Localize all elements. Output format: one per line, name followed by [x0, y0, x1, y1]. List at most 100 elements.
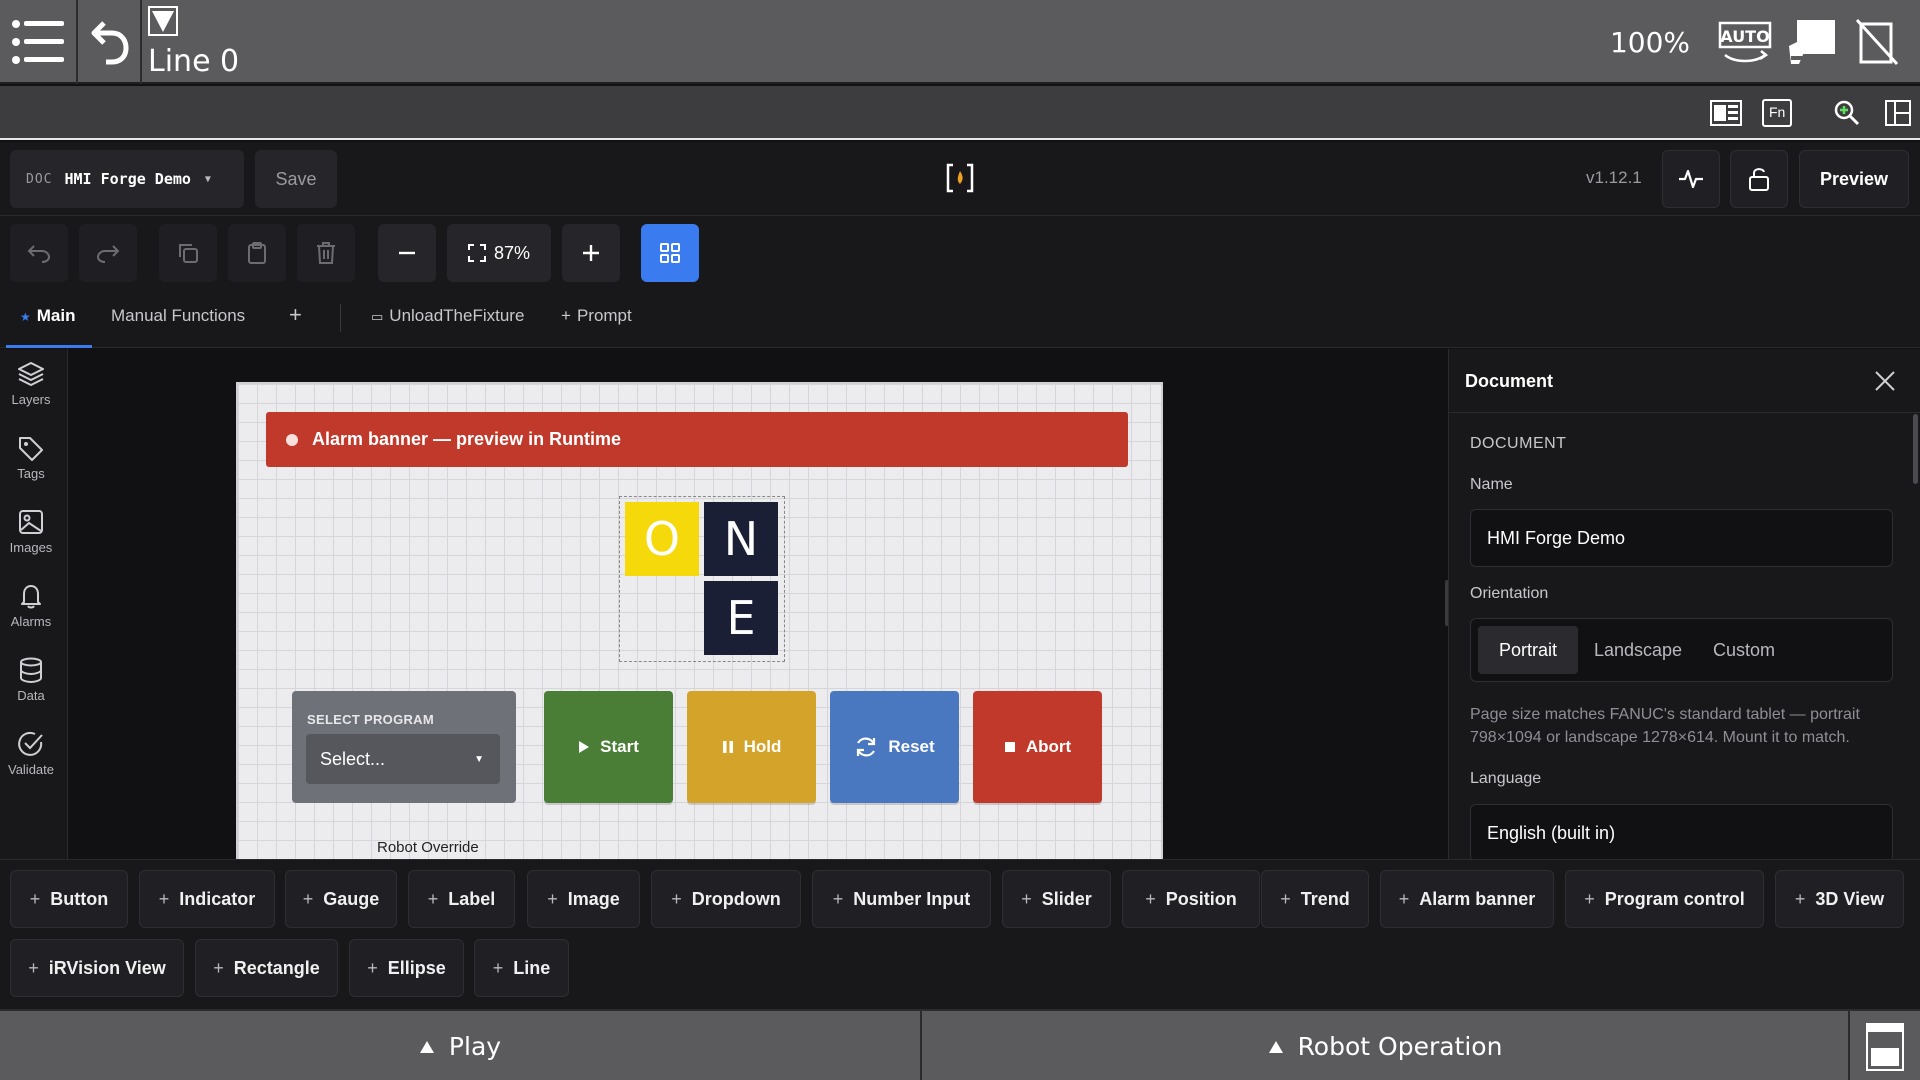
rail-data[interactable]: Data	[0, 657, 62, 727]
add-irvision-view-widget[interactable]: + iRVision View	[10, 939, 184, 997]
orientation-portrait[interactable]: Portrait	[1478, 626, 1578, 674]
undo-button[interactable]	[10, 224, 68, 282]
zoom-fit-button[interactable]: 87%	[447, 224, 551, 282]
logo-e-tile: E	[704, 581, 778, 655]
unlock-icon	[1749, 168, 1769, 191]
add-line-widget[interactable]: + Line	[474, 939, 569, 997]
design-canvas[interactable]: Alarm banner — preview in Runtime O N E …	[68, 349, 1448, 859]
tab-main[interactable]: ★ Main	[20, 306, 76, 326]
save-button[interactable]: Save	[255, 150, 337, 208]
screen-layout-button[interactable]	[1709, 98, 1743, 128]
add-image-widget[interactable]: + Image	[527, 870, 640, 928]
split-view-button[interactable]	[1884, 98, 1912, 128]
teach-pendant-button[interactable]	[1778, 12, 1844, 72]
auto-mode-icon: AUTO	[1718, 21, 1772, 63]
close-panel-button[interactable]	[1873, 369, 1897, 398]
logo-n-tile: N	[704, 502, 778, 576]
tab-manual-functions[interactable]: Manual Functions	[111, 306, 245, 326]
secondary-toolbar: Fn	[0, 86, 1920, 140]
split-view-icon	[1885, 100, 1911, 126]
add-dropdown-widget[interactable]: + Dropdown	[651, 870, 801, 928]
paste-button[interactable]	[228, 224, 286, 282]
redo-icon	[96, 245, 120, 263]
plus-icon: +	[832, 888, 844, 909]
rail-images[interactable]: Images	[0, 509, 62, 579]
add-indicator-widget[interactable]: + Indicator	[139, 870, 275, 928]
start-button[interactable]: Start	[544, 691, 673, 803]
plus-icon: +	[1398, 888, 1410, 909]
reset-button[interactable]: Reset	[830, 691, 959, 803]
script-bracket-icon[interactable]	[945, 162, 975, 194]
tab-divider	[340, 304, 341, 332]
rail-layers[interactable]: Layers	[0, 361, 62, 431]
copy-button[interactable]	[159, 224, 217, 282]
redo-button[interactable]	[79, 224, 137, 282]
add-tab-button[interactable]: +	[289, 302, 302, 328]
plus-icon: +	[1794, 888, 1806, 909]
override-percent[interactable]: 100%	[1610, 26, 1690, 59]
screen-split-button[interactable]	[1850, 1011, 1920, 1080]
orientation-custom[interactable]: Custom	[1699, 626, 1789, 674]
top-status-bar: Line 0 100% AUTO	[0, 0, 1920, 84]
alarm-banner-widget[interactable]: Alarm banner — preview in Runtime	[266, 412, 1128, 467]
add-alarm-banner-widget[interactable]: + Alarm banner	[1380, 870, 1554, 928]
add-number-input-widget[interactable]: + Number Input	[812, 870, 991, 928]
rail-validate[interactable]: Validate	[0, 731, 62, 801]
rail-alarms[interactable]: Alarms	[0, 583, 62, 653]
auto-mode-button[interactable]: AUTO	[1712, 12, 1778, 72]
document-selector[interactable]: DOC HMI Forge Demo ▼	[10, 150, 244, 208]
logo-o-tile: O	[625, 502, 699, 576]
panel-scrollbar[interactable]	[1911, 414, 1920, 859]
screen-tabs: ★ Main Manual Functions + ▭ UnloadTheFixtu…	[0, 288, 1920, 348]
activity-button[interactable]	[1662, 150, 1720, 208]
logo-image-widget[interactable]: O N E	[619, 496, 785, 662]
orientation-landscape[interactable]: Landscape	[1583, 626, 1693, 674]
connection-status-button[interactable]	[1844, 12, 1910, 72]
database-icon	[20, 657, 42, 683]
add-trend-widget[interactable]: + Trend	[1261, 870, 1369, 928]
add-position-widget[interactable]: + Position	[1122, 870, 1260, 928]
undo-icon	[27, 245, 51, 263]
fn-key-label: Fn	[1769, 104, 1786, 120]
grid-toggle-button[interactable]	[641, 224, 699, 282]
add-label-widget[interactable]: + Label	[408, 870, 515, 928]
back-button[interactable]	[80, 0, 142, 84]
plus-icon: +	[28, 957, 39, 978]
scrollbar-thumb[interactable]	[1913, 414, 1918, 484]
program-dropdown[interactable]: Select... ▼	[306, 734, 500, 784]
document-name-field[interactable]: HMI Forge Demo	[1470, 509, 1893, 567]
zoom-in-button[interactable]	[562, 224, 620, 282]
refresh-icon	[857, 737, 876, 757]
language-field[interactable]: English (built in)	[1470, 804, 1893, 859]
plus-icon: +	[302, 888, 314, 909]
menu-button[interactable]	[0, 0, 78, 84]
preview-button[interactable]: Preview	[1799, 150, 1909, 208]
copy-icon	[179, 244, 198, 263]
play-button[interactable]: Play	[0, 1011, 920, 1080]
add-prompt-button[interactable]: + Prompt	[561, 306, 632, 326]
add-ellipse-widget[interactable]: + Ellipse	[349, 939, 464, 997]
program-select-widget[interactable]: SELECT PROGRAM Select... ▼	[292, 691, 516, 803]
fn-key-button[interactable]: Fn	[1762, 98, 1792, 128]
delete-icon	[317, 242, 335, 264]
delete-button[interactable]	[297, 224, 355, 282]
screen-page[interactable]: Alarm banner — preview in Runtime O N E …	[236, 382, 1163, 859]
tab-unload-the-fixture[interactable]: ▭ UnloadTheFixture	[371, 306, 524, 326]
rail-tags[interactable]: Tags	[0, 435, 62, 505]
add-slider-widget[interactable]: + Slider	[1002, 870, 1111, 928]
add-3d-view-widget[interactable]: +3D View	[1775, 870, 1904, 928]
hold-button[interactable]: Hold	[687, 691, 816, 803]
add-gauge-widget[interactable]: + Gauge	[285, 870, 397, 928]
language-label: Language	[1470, 770, 1542, 787]
pause-icon	[722, 741, 733, 753]
add-rectangle-widget[interactable]: + Rectangle	[195, 939, 338, 997]
zoom-out-button[interactable]	[378, 224, 436, 282]
robot-operation-button[interactable]: Robot Operation	[922, 1011, 1848, 1080]
doc-prefix: DOC	[26, 171, 53, 187]
add-program-control-widget[interactable]: + Program control	[1565, 870, 1764, 928]
add-button-widget[interactable]: + Button	[10, 870, 128, 928]
plus-icon: +	[427, 888, 439, 909]
zoom-in-button[interactable]	[1832, 98, 1862, 128]
lock-button[interactable]	[1730, 150, 1788, 208]
abort-button[interactable]: Abort	[973, 691, 1102, 803]
